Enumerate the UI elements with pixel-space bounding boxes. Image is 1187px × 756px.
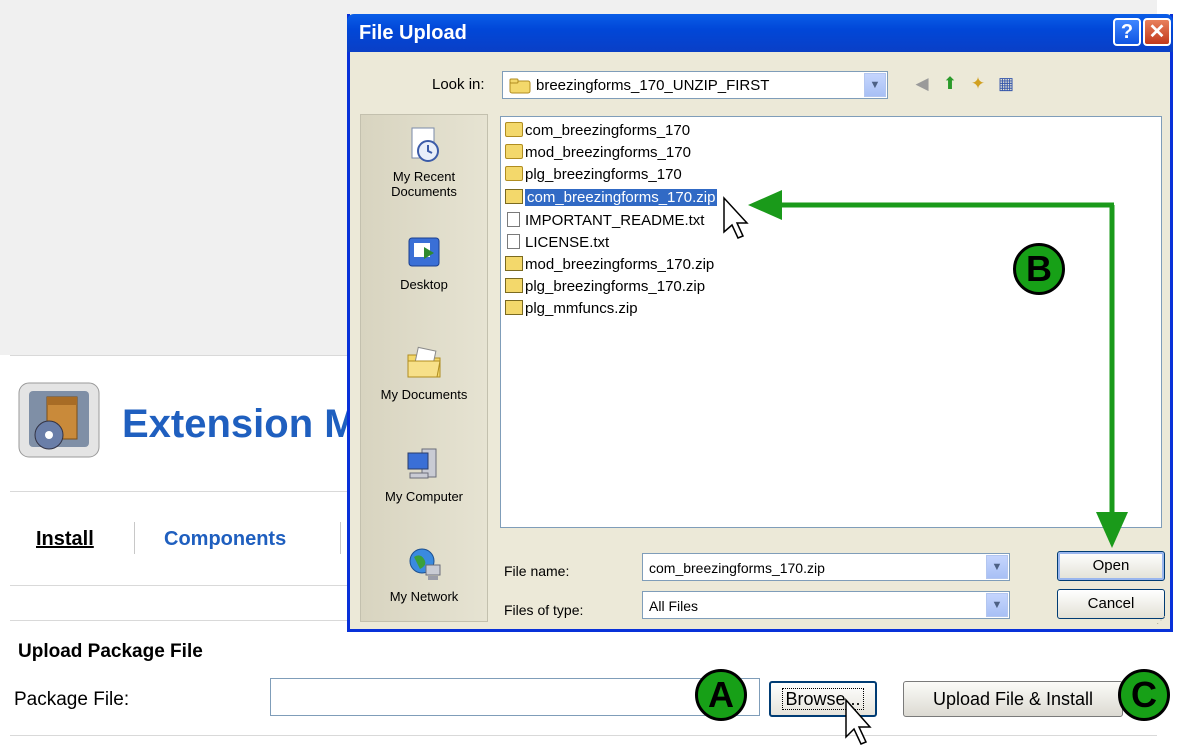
place-my-recent-documents[interactable]: My Recent Documents (361, 125, 487, 199)
close-button[interactable]: ✕ (1143, 18, 1171, 46)
text-file-icon (507, 212, 520, 227)
tab-components[interactable]: Components (164, 528, 286, 551)
annotation-badge-c: C (1118, 669, 1170, 721)
look-in-label: Look in: (432, 76, 485, 93)
list-item[interactable]: com_breezingforms_170 (505, 121, 690, 141)
folder-icon (505, 122, 523, 137)
my-network-icon (409, 548, 441, 580)
my-computer-icon (407, 448, 437, 479)
place-my-documents[interactable]: My Documents (361, 343, 487, 402)
zip-file-icon (505, 300, 523, 315)
open-button[interactable]: Open (1057, 551, 1165, 581)
browse-button[interactable]: Browse... (769, 681, 877, 717)
place-desktop[interactable]: Desktop (361, 233, 487, 292)
help-button[interactable]: ? (1113, 18, 1141, 46)
list-item[interactable]: plg_breezingforms_170.zip (505, 277, 705, 297)
file-name-field[interactable]: com_breezingforms_170.zip ▼ (642, 553, 1010, 581)
extension-manager-icon (18, 382, 100, 458)
dialog-titlebar[interactable]: File Upload ? ✕ (347, 14, 1173, 52)
place-label: My Network (389, 589, 459, 604)
my-documents-icon (407, 346, 441, 378)
zip-file-icon (505, 256, 523, 271)
annotation-badge-a: A (695, 669, 747, 721)
file-name-label: File name: (504, 563, 570, 579)
place-label: My Documents (380, 387, 468, 402)
place-my-network[interactable]: My Network (361, 545, 487, 604)
chevron-down-icon[interactable]: ▼ (986, 593, 1008, 617)
chevron-down-icon[interactable]: ▼ (986, 555, 1008, 579)
file-list[interactable]: com_breezingforms_170 mod_breezingforms_… (500, 116, 1162, 528)
list-item[interactable]: LICENSE.txt (505, 233, 609, 253)
chevron-down-icon[interactable]: ▼ (864, 73, 886, 97)
upload-heading: Upload Package File (18, 641, 203, 662)
place-label: Desktop (400, 277, 448, 292)
cancel-button[interactable]: Cancel (1057, 589, 1165, 619)
upload-install-button[interactable]: Upload File & Install (903, 681, 1123, 717)
up-folder-icon[interactable]: ⬆ (938, 72, 962, 96)
look-in-value: breezingforms_170_UNZIP_FIRST (536, 77, 770, 94)
folder-icon (505, 166, 523, 181)
files-of-type-dropdown[interactable]: All Files ▼ (642, 591, 1010, 619)
folder-icon (509, 78, 531, 94)
view-menu-icon[interactable]: ▦ (994, 72, 1018, 96)
list-item-selected[interactable]: com_breezingforms_170.zip (505, 188, 718, 208)
recent-documents-icon (411, 127, 439, 162)
dialog-title: File Upload (359, 22, 467, 44)
page-title: Extension M (122, 402, 358, 446)
places-bar: My Recent Documents Desktop My Documents (360, 114, 488, 622)
package-file-label: Package File: (14, 689, 130, 710)
place-label: My Recent Documents (391, 169, 457, 199)
resize-grip-icon[interactable]: ⋰ (1156, 615, 1168, 627)
list-item[interactable]: plg_breezingforms_170 (505, 165, 682, 185)
tab-separator (340, 522, 341, 554)
file-name-value: com_breezingforms_170.zip (649, 560, 825, 576)
files-of-type-value: All Files (649, 598, 699, 614)
list-item[interactable]: mod_breezingforms_170 (505, 143, 691, 163)
back-icon[interactable]: ◀ (910, 72, 934, 96)
files-of-type-label: Files of type: (504, 602, 584, 618)
tab-install[interactable]: Install (36, 528, 94, 551)
annotation-badge-b: B (1013, 243, 1065, 295)
desktop-icon (408, 237, 440, 267)
divider (10, 735, 1157, 736)
text-file-icon (507, 234, 520, 249)
package-file-input[interactable] (270, 678, 760, 716)
list-item[interactable]: mod_breezingforms_170.zip (505, 255, 714, 275)
tab-separator (134, 522, 135, 554)
zip-file-icon (505, 189, 523, 204)
place-my-computer[interactable]: My Computer (361, 445, 487, 504)
list-item[interactable]: plg_mmfuncs.zip (505, 299, 638, 319)
place-label: My Computer (384, 489, 464, 504)
browse-button-label: Browse... (782, 688, 864, 710)
folder-icon (505, 144, 523, 159)
zip-file-icon (505, 278, 523, 293)
look-in-dropdown[interactable]: breezingforms_170_UNZIP_FIRST ▼ (502, 71, 888, 99)
new-folder-icon[interactable]: ✦ (966, 72, 990, 96)
list-item[interactable]: IMPORTANT_README.txt (505, 211, 704, 231)
file-upload-dialog: File Upload ? ✕ Look in: breezingforms_1… (347, 14, 1173, 632)
